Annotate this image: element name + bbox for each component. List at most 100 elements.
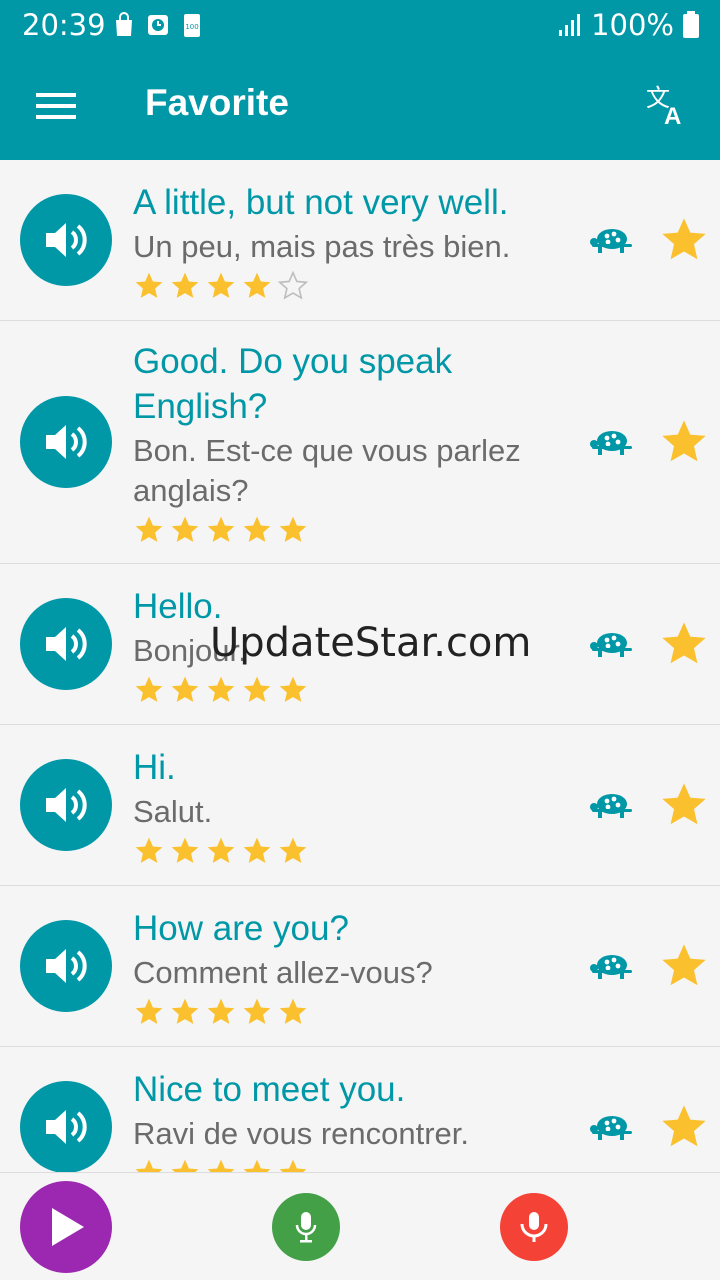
translate-icon[interactable]: 文 A <box>644 84 688 128</box>
list-item: Good. Do you speak English? Bon. Est-ce … <box>0 321 720 564</box>
favorite-star-icon[interactable] <box>658 1101 710 1153</box>
phrase-text: Hi. Salut. <box>133 745 563 867</box>
star-filled-icon[interactable] <box>169 270 201 302</box>
phrase-english: Nice to meet you. <box>133 1070 406 1109</box>
turtle-slow-icon[interactable] <box>588 629 636 659</box>
star-filled-icon[interactable] <box>133 270 165 302</box>
list-item: Hi. Salut. <box>0 725 720 886</box>
star-filled-icon[interactable] <box>241 1157 273 1172</box>
phrase-french: Bon. Est-ce que vous parlez anglais? <box>133 433 521 508</box>
speaker-icon <box>46 1110 87 1144</box>
rating[interactable] <box>133 270 563 302</box>
watermark: UpdateStar.com <box>210 620 532 666</box>
speaker-icon <box>46 223 87 257</box>
phrase-english: A little, but not very well. <box>133 183 509 222</box>
speak-button[interactable] <box>20 194 112 286</box>
phrase-english: Good. Do you speak English? <box>133 342 453 426</box>
phrase-text: A little, but not very well. Un peu, mai… <box>133 180 563 302</box>
list-item: Nice to meet you. Ravi de vous rencontre… <box>0 1047 720 1172</box>
star-filled-icon[interactable] <box>277 996 309 1028</box>
star-filled-icon[interactable] <box>205 270 237 302</box>
speak-button[interactable] <box>20 759 112 851</box>
star-filled-icon[interactable] <box>133 1157 165 1172</box>
turtle-slow-icon[interactable] <box>588 1112 636 1142</box>
star-filled-icon[interactable] <box>169 835 201 867</box>
star-filled-icon[interactable] <box>169 514 201 546</box>
speaker-icon <box>46 627 87 661</box>
star-filled-icon[interactable] <box>277 514 309 546</box>
star-filled-icon[interactable] <box>241 835 273 867</box>
star-filled-icon[interactable] <box>241 514 273 546</box>
battery-percent: 100% <box>591 8 674 42</box>
rating[interactable] <box>133 514 563 546</box>
star-filled-icon[interactable] <box>205 1157 237 1172</box>
microphone-icon <box>520 1212 548 1242</box>
speak-button[interactable] <box>20 920 112 1012</box>
star-filled-icon[interactable] <box>205 996 237 1028</box>
turtle-slow-icon[interactable] <box>588 427 636 457</box>
rating[interactable] <box>133 674 563 706</box>
bottom-bar <box>0 1172 720 1280</box>
star-filled-icon[interactable] <box>133 514 165 546</box>
play-icon <box>52 1208 84 1246</box>
star-filled-icon[interactable] <box>241 674 273 706</box>
star-filled-icon[interactable] <box>205 835 237 867</box>
favorite-star-icon[interactable] <box>658 416 710 468</box>
speak-button[interactable] <box>20 396 112 488</box>
star-filled-icon[interactable] <box>241 996 273 1028</box>
star-filled-icon[interactable] <box>241 270 273 302</box>
svg-text:100: 100 <box>185 23 198 31</box>
battery-100-icon: 100 <box>184 14 200 37</box>
star-filled-icon[interactable] <box>277 674 309 706</box>
status-time: 20:39 <box>22 8 106 42</box>
speaker-icon <box>46 949 87 983</box>
favorite-star-icon[interactable] <box>658 214 710 266</box>
notification-icons: 100 <box>112 12 204 38</box>
list-item: A little, but not very well. Un peu, mai… <box>0 160 720 321</box>
status-right: 100% <box>557 8 700 42</box>
signal-icon <box>559 14 581 36</box>
star-filled-icon[interactable] <box>133 674 165 706</box>
speaker-icon <box>46 425 87 459</box>
rating[interactable] <box>133 1157 563 1172</box>
page-title: Favorite <box>145 82 289 123</box>
clock-app-icon <box>148 15 168 35</box>
star-filled-icon[interactable] <box>277 835 309 867</box>
speak-button[interactable] <box>20 598 112 690</box>
favorite-star-icon[interactable] <box>658 779 710 831</box>
speaker-icon <box>46 788 87 822</box>
list-item: How are you? Comment allez-vous? <box>0 886 720 1047</box>
turtle-slow-icon[interactable] <box>588 951 636 981</box>
star-filled-icon[interactable] <box>277 1157 309 1172</box>
phrase-french: Comment allez-vous? <box>133 955 433 990</box>
phrase-list: A little, but not very well. Un peu, mai… <box>0 160 720 1172</box>
star-empty-icon[interactable] <box>277 270 309 302</box>
microphone-icon <box>295 1212 317 1243</box>
svg-text:A: A <box>664 103 681 128</box>
play-button[interactable] <box>20 1181 112 1273</box>
rating[interactable] <box>133 835 563 867</box>
phrase-text: How are you? Comment allez-vous? <box>133 906 563 1028</box>
star-filled-icon[interactable] <box>169 674 201 706</box>
speak-button[interactable] <box>20 1081 112 1172</box>
phrase-french: Ravi de vous rencontrer. <box>133 1116 470 1151</box>
turtle-slow-icon[interactable] <box>588 790 636 820</box>
menu-icon[interactable] <box>34 88 78 124</box>
rating[interactable] <box>133 996 563 1028</box>
star-filled-icon[interactable] <box>205 674 237 706</box>
turtle-slow-icon[interactable] <box>588 225 636 255</box>
star-filled-icon[interactable] <box>133 835 165 867</box>
star-filled-icon[interactable] <box>169 1157 201 1172</box>
star-filled-icon[interactable] <box>133 996 165 1028</box>
phrase-english: How are you? <box>133 909 349 948</box>
mic-button-english[interactable] <box>272 1193 340 1261</box>
favorite-star-icon[interactable] <box>658 618 710 670</box>
star-filled-icon[interactable] <box>205 514 237 546</box>
app-bar: Favorite 文 A <box>0 52 720 160</box>
phrase-english: Hi. <box>133 748 176 787</box>
phrase-french: Un peu, mais pas très bien. <box>133 229 511 264</box>
favorite-star-icon[interactable] <box>658 940 710 992</box>
mic-button-french[interactable] <box>500 1193 568 1261</box>
star-filled-icon[interactable] <box>169 996 201 1028</box>
status-bar: 20:39 100 100% <box>0 0 720 52</box>
